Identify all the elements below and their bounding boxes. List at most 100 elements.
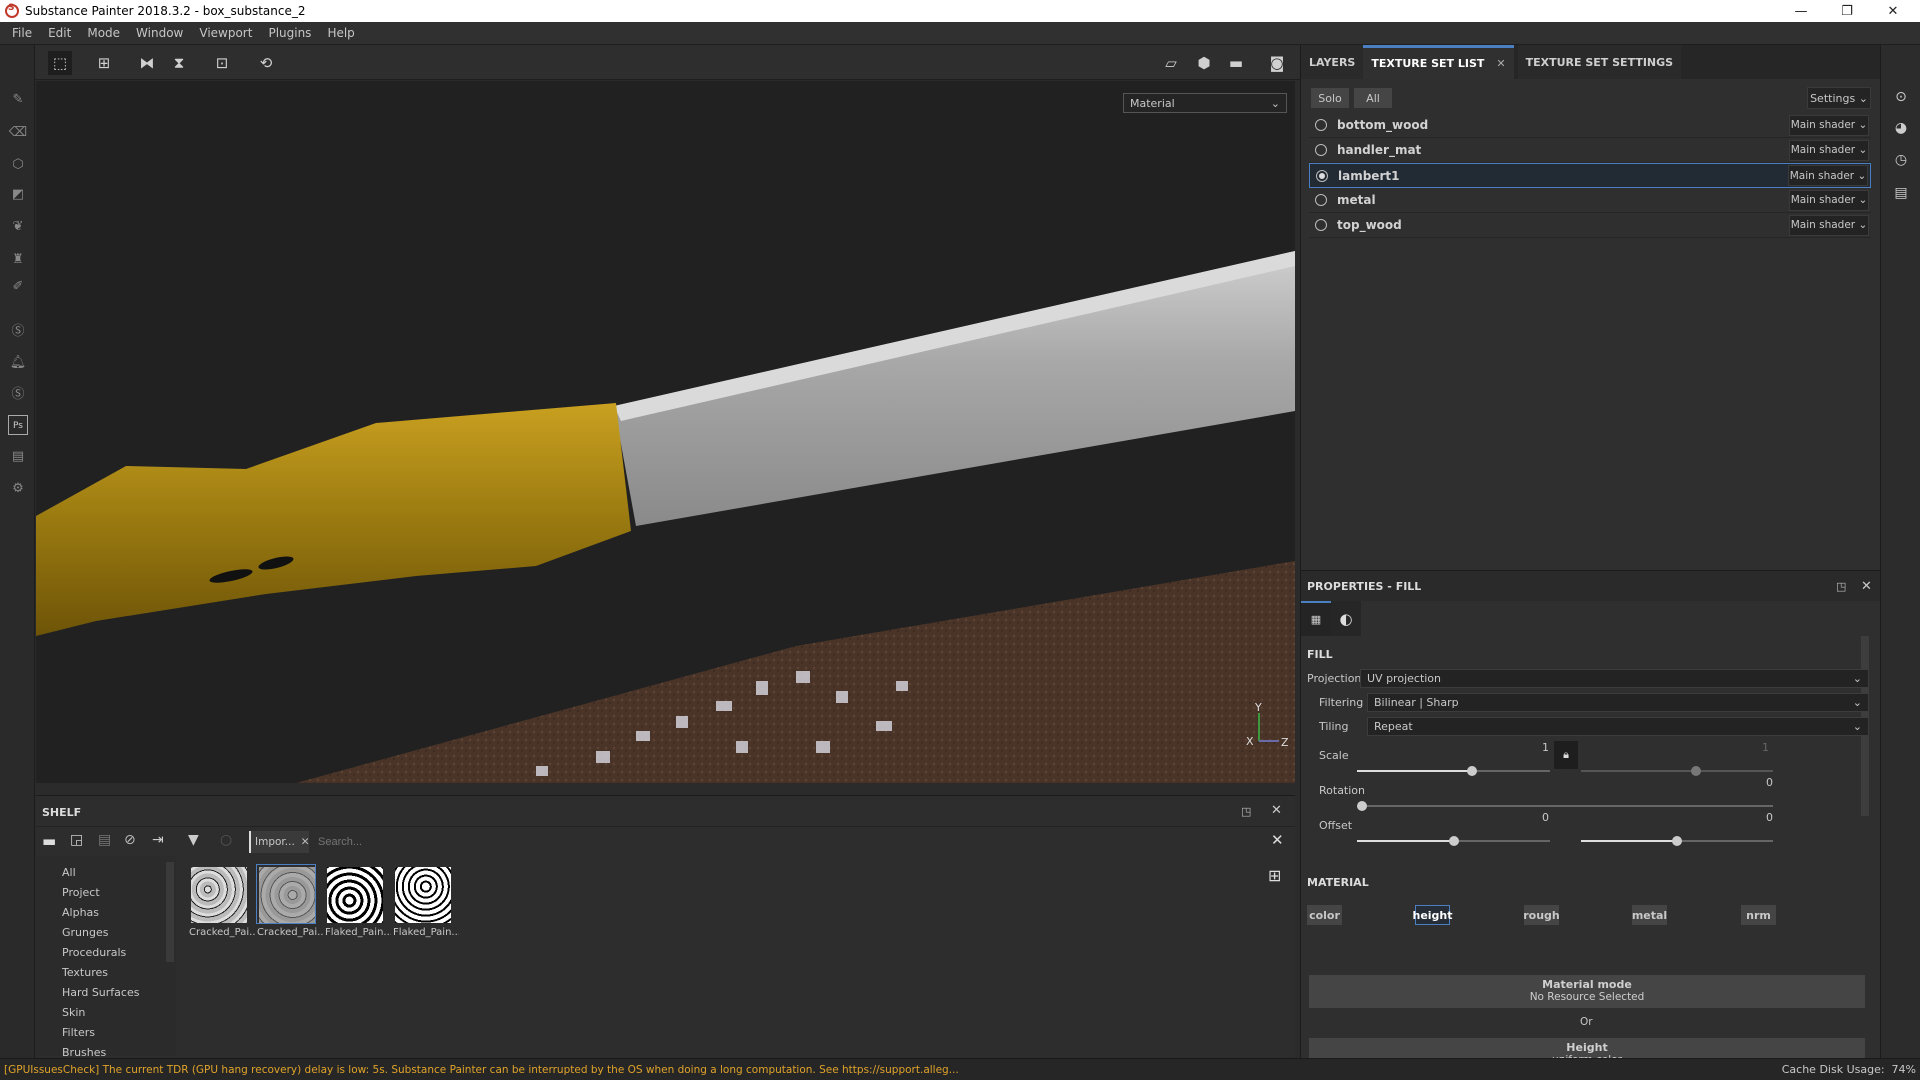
shader-dropdown[interactable]: Main shader ⌄ bbox=[1789, 189, 1869, 211]
import-icon[interactable]: ⇥ bbox=[152, 832, 164, 848]
rotation-value[interactable]: 0 bbox=[1733, 776, 1773, 789]
smudge-icon[interactable]: ❦ bbox=[8, 217, 28, 237]
shelf-category[interactable]: Grunges bbox=[62, 926, 108, 939]
grid-icon[interactable]: ⊞ bbox=[92, 51, 116, 75]
mirror-y-icon[interactable]: ⧗ bbox=[167, 51, 191, 75]
menu-window[interactable]: Window bbox=[128, 26, 191, 40]
settings-dropdown[interactable]: Settings ⌄ bbox=[1807, 87, 1871, 109]
substance-share-icon[interactable]: Ⓢ bbox=[8, 322, 28, 342]
rotation-handle[interactable] bbox=[1357, 801, 1367, 811]
offset-v-value[interactable]: 0 bbox=[1733, 811, 1773, 824]
menu-plugins[interactable]: Plugins bbox=[260, 26, 319, 40]
tab-layers[interactable]: LAYERS bbox=[1301, 45, 1364, 79]
projection-dropdown[interactable]: UV projection ⌄ bbox=[1360, 669, 1869, 688]
float-panel-icon[interactable]: ◳ bbox=[1241, 805, 1251, 818]
restore-button[interactable]: ❐ bbox=[1824, 0, 1870, 22]
eraser-icon[interactable]: ⌫ bbox=[8, 123, 28, 143]
texture-set-row-selected[interactable]: lambert1 Main shader ⌄ bbox=[1309, 163, 1871, 188]
shelf-category[interactable]: Project bbox=[62, 886, 100, 899]
paint-brush-icon[interactable]: ✎ bbox=[8, 90, 28, 110]
uv-select-icon[interactable]: ⬚ bbox=[48, 51, 72, 75]
refresh-icon[interactable]: ○ bbox=[220, 832, 232, 848]
grid-view-icon[interactable]: ⊞ bbox=[1268, 866, 1281, 885]
cube-icon[interactable]: ⬢ bbox=[1192, 51, 1216, 75]
shelf-category[interactable]: Filters bbox=[62, 1026, 95, 1039]
polygon-fill-icon[interactable]: ◩ bbox=[8, 185, 28, 205]
save-icon[interactable]: ▤ bbox=[98, 832, 111, 848]
offset-u-handle[interactable] bbox=[1449, 836, 1459, 846]
menu-mode[interactable]: Mode bbox=[79, 26, 128, 40]
shelf-search-input[interactable] bbox=[318, 831, 1218, 853]
shelf-category[interactable]: Procedurals bbox=[62, 946, 126, 959]
camera-icon[interactable]: ▬ bbox=[1224, 51, 1248, 75]
scale-v-slider[interactable] bbox=[1581, 770, 1773, 772]
offset-u-value[interactable]: 0 bbox=[1509, 811, 1549, 824]
channel-height[interactable]: height bbox=[1412, 905, 1453, 925]
shelf-item[interactable]: Flaked_Pain... bbox=[392, 864, 459, 938]
scale-u-value[interactable]: 1 bbox=[1509, 741, 1549, 754]
3d-viewport[interactable]: Y X Z Material ⌄ bbox=[36, 81, 1295, 783]
menu-file[interactable]: File bbox=[4, 26, 40, 40]
notification-icon[interactable]: 🔔︎ bbox=[8, 353, 28, 373]
rotation-slider[interactable] bbox=[1357, 805, 1773, 807]
display-icon[interactable]: ▱ bbox=[1159, 51, 1183, 75]
texture-set-radio[interactable] bbox=[1315, 194, 1327, 206]
projection-icon[interactable]: ⬡ bbox=[8, 155, 28, 175]
mirror-x-icon[interactable]: ⧓ bbox=[135, 51, 159, 75]
material-tab-icon[interactable]: ◐ bbox=[1331, 601, 1361, 636]
texture-set-radio[interactable] bbox=[1315, 219, 1327, 231]
offset-v-handle[interactable] bbox=[1672, 836, 1682, 846]
channel-rough[interactable]: rough bbox=[1523, 905, 1560, 925]
tiling-dropdown[interactable]: Repeat ⌄ bbox=[1367, 717, 1869, 736]
display-settings-icon[interactable]: ⊙ bbox=[1891, 87, 1911, 107]
tab-texture-set-settings[interactable]: TEXTURE SET SETTINGS bbox=[1517, 45, 1682, 79]
fill-properties-tab-icon[interactable]: ▦ bbox=[1301, 601, 1331, 636]
texture-set-row[interactable]: metal Main shader ⌄ bbox=[1309, 188, 1871, 213]
color-picker-icon[interactable]: ✐ bbox=[8, 277, 28, 297]
shader-dropdown[interactable]: Main shader ⌄ bbox=[1789, 114, 1869, 136]
menu-edit[interactable]: Edit bbox=[40, 26, 79, 40]
history-icon[interactable]: ◷ bbox=[1891, 150, 1911, 170]
document-icon[interactable]: ▤ bbox=[8, 447, 28, 467]
filtering-dropdown[interactable]: Bilinear | Sharp ⌄ bbox=[1367, 693, 1869, 712]
menu-viewport[interactable]: Viewport bbox=[191, 26, 260, 40]
close-window-button[interactable]: ✕ bbox=[1870, 0, 1916, 22]
close-properties-icon[interactable]: ✕ bbox=[1861, 579, 1872, 594]
shelf-category[interactable]: Skin bbox=[62, 1006, 85, 1019]
material-mode-slot[interactable]: Material mode No Resource Selected bbox=[1309, 975, 1865, 1008]
photoshop-icon[interactable]: Ps bbox=[8, 415, 28, 435]
shelf-item[interactable]: Cracked_Pai... bbox=[188, 864, 255, 938]
texture-set-row[interactable]: top_wood Main shader ⌄ bbox=[1309, 213, 1871, 238]
float-panel-icon[interactable]: ◳ bbox=[1836, 580, 1846, 593]
filter-icon[interactable]: ▼ bbox=[188, 832, 199, 848]
close-shelf-icon[interactable]: ✕ bbox=[1271, 803, 1282, 818]
all-button[interactable]: All bbox=[1354, 88, 1392, 108]
shader-dropdown[interactable]: Main shader ⌄ bbox=[1789, 139, 1869, 161]
reset-icon[interactable]: ⟲ bbox=[254, 51, 278, 75]
hide-icon[interactable]: ⊘ bbox=[124, 832, 136, 848]
shader-settings-icon[interactable]: ◕ bbox=[1891, 118, 1911, 138]
channel-metal[interactable]: metal bbox=[1632, 905, 1667, 925]
texture-set-radio[interactable] bbox=[1315, 144, 1327, 156]
shelf-item[interactable]: Cracked_Pai... bbox=[256, 864, 323, 938]
filter-tag[interactable]: Impor... ✕ bbox=[249, 831, 310, 853]
scale-u-handle[interactable] bbox=[1467, 766, 1477, 776]
texture-set-radio[interactable] bbox=[1316, 169, 1328, 182]
folder-icon[interactable]: ▬ bbox=[42, 832, 56, 850]
minimize-button[interactable]: — bbox=[1778, 0, 1824, 22]
scale-v-value[interactable]: 1 bbox=[1729, 741, 1769, 754]
menu-help[interactable]: Help bbox=[319, 26, 362, 40]
substance-settings-icon[interactable]: ⚙ bbox=[8, 479, 28, 499]
shelf-category[interactable]: Textures bbox=[62, 966, 108, 979]
frame-icon[interactable]: ⊡ bbox=[210, 51, 234, 75]
lock-icon[interactable]: 🔒︎ bbox=[1554, 741, 1578, 769]
remove-filter-icon[interactable]: ✕ bbox=[301, 836, 310, 848]
shelf-item[interactable]: Flaked_Pain... bbox=[324, 864, 391, 938]
categories-scrollbar[interactable] bbox=[166, 862, 174, 962]
close-tab-icon[interactable]: ✕ bbox=[1496, 57, 1505, 70]
clear-search-icon[interactable]: ✕ bbox=[1271, 831, 1284, 849]
texture-set-row[interactable]: bottom_wood Main shader ⌄ bbox=[1309, 113, 1871, 138]
channel-color[interactable]: color bbox=[1307, 905, 1342, 925]
shader-dropdown[interactable]: Main shader ⌄ bbox=[1789, 214, 1869, 236]
clone-stamp-icon[interactable]: ♜ bbox=[8, 250, 28, 270]
